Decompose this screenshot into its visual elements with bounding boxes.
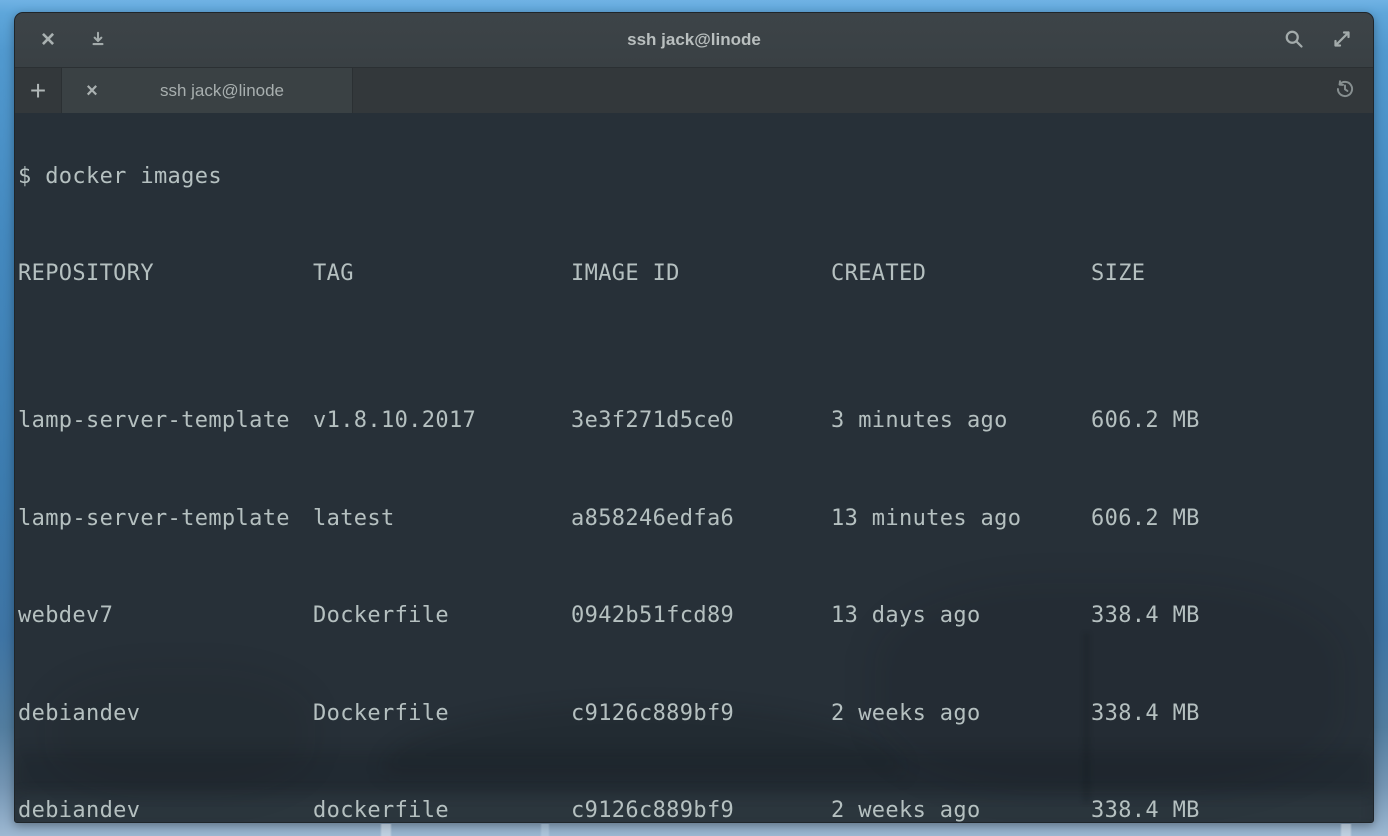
cell-size: 338.4 MB xyxy=(1091,604,1373,628)
table-row: webdev7Dockerfile0942b51fcd8913 days ago… xyxy=(18,604,1373,628)
table-row: debiandevDockerfilec9126c889bf92 weeks a… xyxy=(18,702,1373,726)
close-icon: × xyxy=(86,80,98,102)
cell-size: 606.2 MB xyxy=(1091,409,1373,433)
cell-created: 13 minutes ago xyxy=(831,507,1091,531)
cell-repository: lamp-server-template xyxy=(18,507,313,531)
history-icon xyxy=(1334,78,1356,103)
terminal-window: × ssh jack@linode xyxy=(14,12,1374,823)
window-title: ssh jack@linode xyxy=(15,30,1373,50)
cell-created: 2 weeks ago xyxy=(831,702,1091,726)
fullscreen-button[interactable] xyxy=(1325,23,1359,57)
history-button[interactable] xyxy=(1325,68,1365,113)
terminal-screen[interactable]: $ docker images REPOSITORYTAGIMAGE IDCREA… xyxy=(15,113,1373,822)
header-size: SIZE xyxy=(1091,262,1373,286)
desktop-background: × ssh jack@linode xyxy=(0,0,1388,836)
resize-icon xyxy=(1332,29,1352,52)
cell-tag: Dockerfile xyxy=(313,604,571,628)
download-button[interactable] xyxy=(81,23,115,57)
header-repository: REPOSITORY xyxy=(18,262,313,286)
table-row: lamp-server-templatev1.8.10.20173e3f271d… xyxy=(18,409,1373,433)
tabbar-spacer xyxy=(353,68,1325,113)
cell-image-id: 0942b51fcd89 xyxy=(571,604,831,628)
tabbar: + × ssh jack@linode xyxy=(15,67,1373,113)
download-icon xyxy=(89,30,107,51)
tab-ssh-jack-linode[interactable]: × ssh jack@linode xyxy=(61,68,353,113)
cell-tag: dockerfile xyxy=(313,799,571,822)
close-icon: × xyxy=(41,28,55,52)
cell-size: 338.4 MB xyxy=(1091,702,1373,726)
cell-size: 338.4 MB xyxy=(1091,799,1373,822)
cell-repository: debiandev xyxy=(18,799,313,822)
window-close-button[interactable]: × xyxy=(31,23,65,57)
cell-tag: v1.8.10.2017 xyxy=(313,409,571,433)
shell-prompt: $ xyxy=(18,165,32,189)
cell-image-id: a858246edfa6 xyxy=(571,507,831,531)
header-created: CREATED xyxy=(831,262,1091,286)
tab-close-button[interactable]: × xyxy=(78,77,106,105)
terminal-output: $ docker images REPOSITORYTAGIMAGE IDCREA… xyxy=(15,113,1373,822)
search-button[interactable] xyxy=(1277,23,1311,57)
command-line: $ docker images xyxy=(18,165,1373,189)
titlebar: × ssh jack@linode xyxy=(15,13,1373,67)
tab-label: ssh jack@linode xyxy=(102,81,342,101)
cell-repository: lamp-server-template xyxy=(18,409,313,433)
command-text: docker images xyxy=(45,165,222,189)
table-rows: lamp-server-templatev1.8.10.20173e3f271d… xyxy=(18,360,1373,822)
plus-icon: + xyxy=(30,75,46,106)
cell-image-id: 3e3f271d5ce0 xyxy=(571,409,831,433)
search-icon xyxy=(1284,29,1304,52)
table-row: debiandevdockerfilec9126c889bf92 weeks a… xyxy=(18,799,1373,822)
table-row: lamp-server-templatelatesta858246edfa613… xyxy=(18,507,1373,531)
cell-image-id: c9126c889bf9 xyxy=(571,702,831,726)
cell-repository: webdev7 xyxy=(18,604,313,628)
cell-image-id: c9126c889bf9 xyxy=(571,799,831,822)
cell-created: 13 days ago xyxy=(831,604,1091,628)
cell-created: 3 minutes ago xyxy=(831,409,1091,433)
cell-repository: debiandev xyxy=(18,702,313,726)
cell-tag: latest xyxy=(313,507,571,531)
header-tag: TAG xyxy=(313,262,571,286)
new-tab-button[interactable]: + xyxy=(15,68,61,113)
cell-created: 2 weeks ago xyxy=(831,799,1091,822)
cell-size: 606.2 MB xyxy=(1091,507,1373,531)
table-header-row: REPOSITORYTAGIMAGE IDCREATEDSIZE xyxy=(18,262,1373,286)
header-image-id: IMAGE ID xyxy=(571,262,831,286)
cell-tag: Dockerfile xyxy=(313,702,571,726)
